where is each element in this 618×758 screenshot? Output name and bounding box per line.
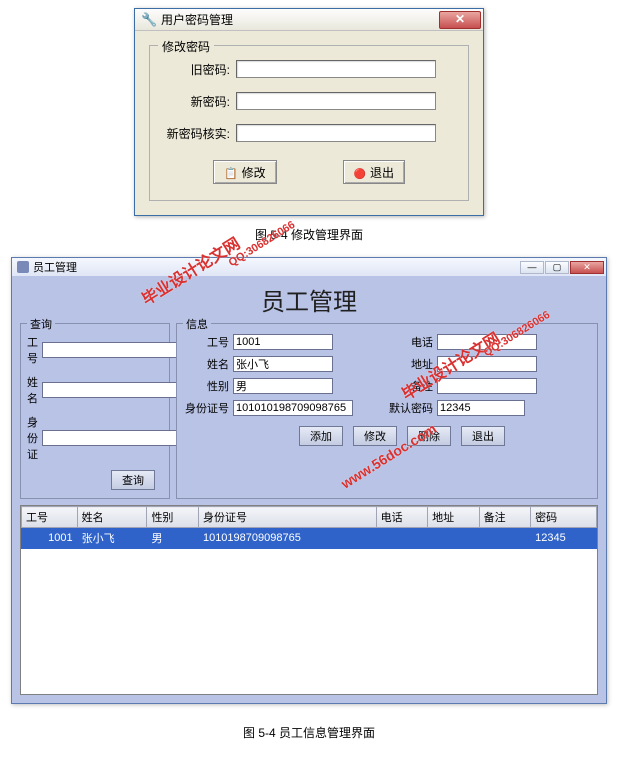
- window-title: 用户密码管理: [161, 11, 233, 28]
- modify-button[interactable]: 修改: [353, 426, 397, 446]
- query-button[interactable]: 查询: [111, 470, 155, 490]
- titlebar: 🔧 用户密码管理 ✕: [135, 9, 483, 31]
- col-name[interactable]: 姓名: [77, 507, 147, 528]
- query-idcard-label: 身份证: [27, 414, 42, 462]
- window-title: 员工管理: [33, 259, 77, 275]
- password-dialog: 🔧 用户密码管理 ✕ 修改密码 旧密码: 新密码: 新密码核实:: [134, 8, 484, 216]
- query-panel-title: 查询: [27, 316, 55, 332]
- col-idcard[interactable]: 身份证号: [198, 507, 376, 528]
- new-password-label: 新密码:: [160, 93, 236, 110]
- info-gender-label: 性别: [183, 378, 233, 394]
- group-title: 修改密码: [158, 38, 214, 55]
- query-id-input[interactable]: [42, 342, 190, 358]
- info-idcard-input[interactable]: [233, 400, 353, 416]
- info-id-input[interactable]: [233, 334, 333, 350]
- add-button[interactable]: 添加: [299, 426, 343, 446]
- data-grid[interactable]: 工号 姓名 性别 身份证号 电话 地址 备注 密码 1001 张小飞 男: [20, 505, 598, 695]
- info-panel-title: 信息: [183, 316, 211, 332]
- query-name-label: 姓名: [27, 374, 42, 406]
- info-addr-label: 地址: [387, 356, 437, 372]
- query-idcard-input[interactable]: [42, 430, 190, 446]
- delete-button[interactable]: 删除: [407, 426, 451, 446]
- col-addr[interactable]: 地址: [428, 507, 480, 528]
- info-name-label: 姓名: [183, 356, 233, 372]
- query-name-input[interactable]: [42, 382, 190, 398]
- info-phone-label: 电话: [387, 334, 437, 350]
- exit-button[interactable]: 退出: [461, 426, 505, 446]
- page-heading: 员工管理: [20, 280, 598, 323]
- info-pwd-input[interactable]: [437, 400, 525, 416]
- new-password-input[interactable]: [236, 92, 436, 110]
- col-id[interactable]: 工号: [22, 507, 78, 528]
- confirm-password-input[interactable]: [236, 124, 436, 142]
- minimize-icon[interactable]: —: [520, 261, 544, 274]
- info-gender-input[interactable]: [233, 378, 333, 394]
- info-panel: 信息 工号 电话 姓名: [176, 323, 598, 499]
- figure-caption-1: 图 5-4 修改管理界面: [4, 226, 614, 243]
- info-id-label: 工号: [183, 334, 233, 350]
- info-phone-input[interactable]: [437, 334, 537, 350]
- titlebar: 员工管理 — ▢ ✕: [12, 258, 606, 276]
- close-icon[interactable]: ✕: [439, 11, 481, 29]
- old-password-label: 旧密码:: [160, 61, 236, 78]
- info-remark-label: 备注: [387, 378, 437, 394]
- info-name-input[interactable]: [233, 356, 333, 372]
- app-icon: [17, 261, 29, 273]
- col-gender[interactable]: 性别: [147, 507, 199, 528]
- app-icon: 🔧: [141, 12, 157, 28]
- info-pwd-label: 默认密码: [387, 400, 437, 416]
- info-addr-input[interactable]: [437, 356, 537, 372]
- confirm-password-label: 新密码核实:: [160, 125, 236, 142]
- col-phone[interactable]: 电话: [376, 507, 428, 528]
- figure-caption-2: 图 5-4 员工信息管理界面: [4, 724, 614, 741]
- old-password-input[interactable]: [236, 60, 436, 78]
- modify-button[interactable]: 修改: [213, 160, 277, 184]
- exit-button[interactable]: 退出: [343, 160, 405, 184]
- query-id-label: 工号: [27, 334, 42, 366]
- col-pwd[interactable]: 密码: [531, 507, 597, 528]
- change-password-group: 修改密码 旧密码: 新密码: 新密码核实: 修改: [149, 45, 469, 201]
- query-panel: 查询 工号 姓名 身份证 查询: [20, 323, 170, 499]
- copy-icon: [224, 166, 238, 180]
- table-row[interactable]: 1001 张小飞 男 1010198709098765 12345: [22, 528, 597, 549]
- maximize-icon[interactable]: ▢: [545, 261, 569, 274]
- close-icon[interactable]: ✕: [570, 261, 604, 274]
- info-remark-input[interactable]: [437, 378, 537, 394]
- col-remark[interactable]: 备注: [479, 507, 531, 528]
- employee-dialog: 员工管理 — ▢ ✕ 员工管理 查询 工号 姓名: [11, 257, 607, 704]
- info-idcard-label: 身份证号: [183, 400, 233, 416]
- exit-icon: [354, 166, 366, 180]
